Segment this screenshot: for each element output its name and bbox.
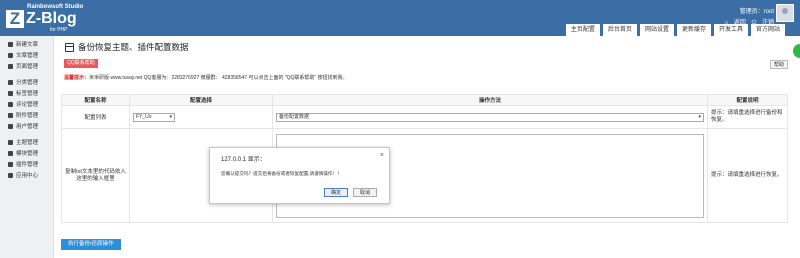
sidebar-item-label: 插件管理 [16,162,39,168]
main-content: 备份恢复主题、插件配置数据 QQ联系帮助 帮助 温馨提示：米米研版 www.tu… [54,36,800,258]
sidebar-item-attachments[interactable]: 附件管理 [0,111,53,122]
nav-theme-config[interactable]: 主页配置 [565,24,600,36]
col-header-desc: 配置说明 [707,94,788,106]
config-table: 配置名称 配置选择 操作方法 配置说明 配置列表 FY_Uo 备份配置数据 提示… [61,94,788,223]
sidebar-item-comments[interactable]: 评论管理 [0,100,53,111]
folder-icon [8,79,13,85]
config-select-cell: FY_Uo [129,105,273,129]
top-nav: 主页配置 后台首页 网站设置 更新缓存 开发工具 官方网站 [563,24,785,36]
sidebar-item-themes[interactable]: 主题管理 [0,138,53,149]
sidebar-item-articles[interactable]: 文章管理 [0,51,53,62]
table-row: 配置列表 FY_Uo 备份配置数据 提示：请填重选择进行备份和恢复。 [61,105,788,129]
user-avatar[interactable] [776,4,794,22]
dialog-ok-button[interactable]: 确定 [324,188,348,197]
app-center-icon [8,172,13,178]
sidebar: 新建文章 文章管理 页面管理 分类管理 标签管理 评论管理 附件管理 用户管理 … [0,36,54,258]
page-icon [8,63,13,69]
sidebar-item-label: 页面管理 [16,64,39,70]
notice: 温馨提示：米米研版 www.tusay.net QQ客服为：2283276927… [64,74,348,81]
sidebar-item-plugins[interactable]: 插件管理 [0,160,53,171]
sidebar-item-label: 应用中心 [16,173,39,179]
config-hint: 提示：请填重选择进行备份和恢复。 [707,105,788,129]
sidebar-item-pages[interactable]: 页面管理 [0,62,53,73]
sidebar-item-label: 模块管理 [16,151,39,157]
sidebar-item-label: 标签管理 [16,91,39,97]
tag-icon [8,90,13,96]
confirm-dialog: 127.0.0.1 显示： × 您确认提交吗？提交后将备份或者恢复配置,请谨慎操… [209,147,390,204]
nav-site-settings[interactable]: 网站设置 [639,24,674,36]
window-icon [65,43,74,52]
theme-icon [8,139,13,145]
config-list-label: 配置列表 [61,105,130,129]
logo-name: Z-Blog [26,10,77,27]
user-icon [8,123,13,129]
qq-help-button[interactable]: QQ联系帮助 [64,59,98,68]
col-header-name: 配置名称 [61,94,130,106]
method-select[interactable]: 备份配置数据 [276,112,704,122]
table-row: 复制txt文本里的代码依入这里的输入框里 提示：请填重选择进行恢复。 [61,128,788,223]
help-button[interactable]: 帮助 [769,60,788,69]
nav-official-site[interactable]: 官方网站 [750,24,785,36]
sidebar-item-label: 附件管理 [16,113,39,119]
logo-subtitle: for PHP [50,27,68,33]
sidebar-item-app-center[interactable]: 应用中心 [0,171,53,182]
sidebar-item-categories[interactable]: 分类管理 [0,78,53,89]
sidebar-item-label: 文章管理 [16,53,39,59]
notice-lead: 温馨提示： [64,75,90,81]
paste-instruction: 复制txt文本里的代码依入这里的输入框里 [61,128,130,223]
col-header-select: 配置选择 [129,94,273,106]
sidebar-item-label: 评论管理 [16,102,39,108]
method-select-cell: 备份配置数据 [272,105,708,129]
restore-hint: 提示：请填重选择进行恢复。 [707,128,788,223]
sidebar-item-label: 分类管理 [16,80,39,86]
page-title: 备份恢复主题、插件配置数据 [78,42,189,52]
dialog-message: 您确认提交吗？提交后将备份或者恢复配置,请谨慎操作！！ [221,171,342,176]
sidebar-item-new-article[interactable]: 新建文章 [0,40,53,51]
attachment-icon [8,112,13,118]
new-article-icon [8,41,13,47]
close-icon[interactable]: × [380,152,384,159]
plugin-icon [8,161,13,167]
username[interactable]: root [764,9,774,15]
config-select[interactable]: FY_Uo [133,112,175,122]
nav-update-cache[interactable]: 更新缓存 [676,24,711,36]
nav-dev-tools[interactable]: 开发工具 [713,24,748,36]
notice-text: 米米研版 www.tusay.net QQ客服为：2283276927 微服群：… [89,75,348,81]
manager-label: 管理员： [739,9,764,15]
user-info: 管理员：root [704,6,774,15]
sidebar-item-users[interactable]: 用户管理 [0,122,53,133]
sidebar-item-label: 新建文章 [16,42,39,48]
sidebar-item-label: 主题管理 [16,140,39,146]
dialog-cancel-button[interactable]: 取消 [353,188,377,197]
module-icon [8,150,13,156]
col-header-method: 操作方法 [272,94,708,106]
sidebar-item-label: 用户管理 [16,124,39,130]
floating-badge-icon[interactable] [793,44,800,58]
sidebar-item-modules[interactable]: 模块管理 [0,149,53,160]
dialog-title: 127.0.0.1 显示： [221,157,266,163]
sidebar-item-tags[interactable]: 标签管理 [0,89,53,100]
zblog-logo[interactable]: Z Rainbowsoft Studio Z-Blog for PHP [6,4,86,34]
execute-backup-restore-button[interactable]: 执行备份/还原操作 [61,239,121,250]
logo-mark: Z [6,10,24,28]
table-header-row: 配置名称 配置选择 操作方法 配置说明 [61,94,788,106]
nav-admin-home[interactable]: 后台首页 [602,24,637,36]
top-header: Z Rainbowsoft Studio Z-Blog for PHP 管理员：… [0,0,800,36]
comment-icon [8,101,13,107]
article-icon [8,52,13,58]
